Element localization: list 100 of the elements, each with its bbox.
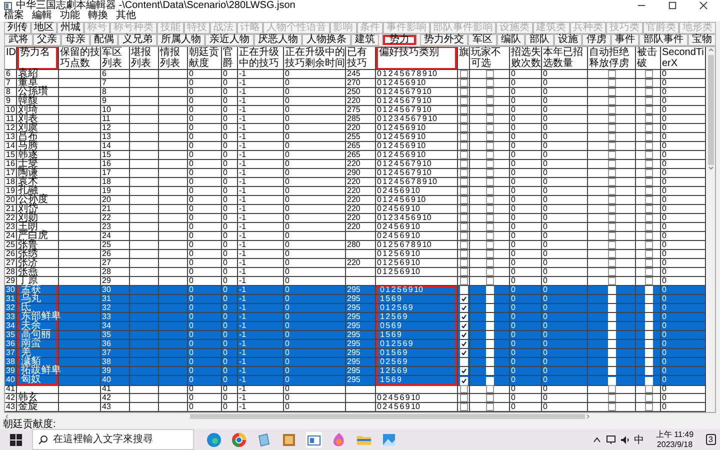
checkbox[interactable] (608, 214, 616, 222)
checkbox[interactable] (460, 367, 468, 375)
checkbox[interactable] (460, 79, 468, 87)
checkbox[interactable] (460, 394, 468, 402)
checkbox[interactable] (644, 151, 652, 159)
tab[interactable]: 配偶 (90, 34, 118, 46)
checkbox[interactable] (644, 160, 652, 168)
checkbox[interactable] (644, 259, 652, 267)
checkbox[interactable] (644, 394, 652, 402)
table-row[interactable]: 12 刘虞 12 0 0 -1 0 220 0 1 2 4 5 6 9 10 0 0 0 (5, 124, 706, 133)
checkbox[interactable] (486, 79, 494, 87)
column-header[interactable]: 自动拒绝释放俘虏 (588, 47, 636, 70)
table-row[interactable]: 8 公孫瓚 8 0 0 -1 0 250 0 1 2 4 5 6 7 9 10 0 0 0 (5, 88, 706, 97)
checkbox[interactable] (486, 232, 494, 240)
checkbox[interactable] (460, 106, 468, 114)
tab[interactable]: 设施 (554, 34, 582, 46)
checkbox[interactable] (486, 133, 494, 141)
tab[interactable]: 所属人物 (156, 34, 205, 46)
checkbox[interactable] (460, 70, 468, 78)
checkbox[interactable] (460, 142, 468, 150)
checkbox[interactable] (486, 187, 494, 195)
checkbox[interactable] (608, 268, 616, 276)
search-field[interactable]: 在這裡輸入文字來搜尋 (32, 429, 194, 450)
checkbox[interactable] (608, 160, 616, 168)
tab[interactable]: 亲近人物 (205, 34, 254, 46)
volume-icon[interactable] (620, 434, 630, 444)
column-header[interactable]: 已有技巧 (346, 47, 376, 70)
table-row[interactable]: 43 金旋 43 0 0 -1 0 0 2 4 5 6 9 10 0 0 0 (5, 403, 706, 412)
checkbox[interactable] (460, 259, 468, 267)
tab[interactable]: 编队 (496, 34, 525, 46)
tab[interactable]: 宝物 (688, 34, 716, 46)
checkbox[interactable] (644, 223, 652, 231)
checkbox[interactable] (608, 403, 616, 411)
scroll-down-icon[interactable] (707, 165, 715, 171)
column-header[interactable]: 正在升级中的技巧 (238, 47, 284, 70)
table-row[interactable]: 22 刘勋 22 0 0 -1 0 220 0 1 2 3 4 5 6 9 10 0 0 0 (5, 214, 706, 223)
tab[interactable]: 建筑 (350, 34, 379, 46)
checkbox[interactable] (644, 268, 652, 276)
checkbox[interactable] (460, 295, 468, 303)
column-header[interactable]: SecondTierX (661, 47, 706, 70)
checkbox[interactable] (460, 196, 468, 204)
table-row[interactable]: 11 刘表 11 0 0 -1 0 285 0 1 2 3 4 5 6 7 9 10 0 0 0 (5, 115, 706, 124)
checkbox[interactable] (486, 385, 494, 393)
column-header[interactable]: 情报列表 (159, 47, 188, 70)
table-row[interactable]: 18 袁术 18 0 0 -1 0 220 0 1 2 4 5 6 7 8 9 10 0 0 0 (5, 178, 706, 187)
table-row[interactable]: 21 刘岱 21 0 0 -1 0 220 0 2 4 5 6 9 10 0 0 0 (5, 205, 706, 214)
column-header[interactable]: 保留的技巧点数 (59, 47, 101, 70)
checkbox[interactable] (486, 178, 494, 186)
checkbox[interactable] (608, 88, 616, 96)
checkbox[interactable] (460, 250, 468, 258)
tab[interactable]: 列传 (4, 22, 31, 34)
checkbox[interactable] (460, 151, 468, 159)
checkbox[interactable] (486, 97, 494, 105)
menu-item[interactable]: 檔案 (4, 11, 24, 21)
checkbox[interactable] (608, 394, 616, 402)
column-header[interactable]: 朝廷贡献度 (188, 47, 222, 70)
table-row[interactable]: 20 公孙度 20 0 0 -1 0 220 0 1 2 4 5 6 9 10 0 0 0 (5, 196, 706, 205)
checkbox[interactable] (608, 241, 616, 249)
checkbox[interactable] (486, 214, 494, 222)
checkbox[interactable] (644, 250, 652, 258)
menu-item[interactable]: 編輯 (32, 11, 52, 21)
checkbox[interactable] (460, 160, 468, 168)
column-header[interactable]: 正在升级中的技巧剩余时间 (284, 47, 346, 70)
checkbox[interactable] (460, 223, 468, 231)
checkbox[interactable] (460, 214, 468, 222)
checkbox[interactable] (608, 259, 616, 267)
table-row[interactable]: 6 袁紹 6 0 0 -1 0 245 0 1 2 4 5 6 7 8 9 10 0 0 0 (5, 70, 706, 79)
checkbox[interactable] (608, 205, 616, 213)
checkbox[interactable] (608, 133, 616, 141)
table-row[interactable]: 27 张济 27 0 0 -1 0 220 0 1 2 5 6 9 10 0 0 0 (5, 259, 706, 268)
checkbox[interactable] (460, 178, 468, 186)
input-method-indicator[interactable]: 中 (634, 432, 644, 446)
photos-icon[interactable] (381, 432, 397, 448)
checkbox[interactable] (486, 151, 494, 159)
tab[interactable]: 父亲 (32, 34, 61, 46)
checkbox[interactable] (608, 124, 616, 132)
column-header[interactable]: 官爵 (222, 47, 238, 70)
checkbox[interactable] (608, 169, 616, 177)
checkbox[interactable] (486, 196, 494, 204)
tab[interactable]: 俘虏 (582, 34, 610, 46)
tab[interactable]: 厌恶人物 (254, 34, 302, 46)
checkbox[interactable] (486, 268, 494, 276)
checkbox[interactable] (644, 124, 652, 132)
checkbox[interactable] (460, 304, 468, 312)
tab[interactable]: 武将 (4, 34, 32, 46)
checkbox[interactable] (486, 205, 494, 213)
checkbox[interactable] (460, 169, 468, 177)
checkbox[interactable] (644, 133, 652, 141)
tab[interactable]: 义兄弟 (118, 34, 156, 46)
checkbox[interactable] (486, 277, 494, 285)
checkbox[interactable] (644, 142, 652, 150)
checkbox[interactable] (644, 277, 652, 285)
checkbox[interactable] (486, 394, 494, 402)
maximize-icon[interactable] (668, 1, 677, 10)
window-app-icon[interactable] (306, 432, 322, 448)
column-header[interactable]: ID (5, 47, 17, 70)
column-header[interactable]: 招选失败次数 (510, 47, 542, 70)
chevron-up-icon[interactable] (592, 434, 602, 444)
tab[interactable]: 事件 (610, 34, 639, 46)
checkbox[interactable] (644, 385, 652, 393)
